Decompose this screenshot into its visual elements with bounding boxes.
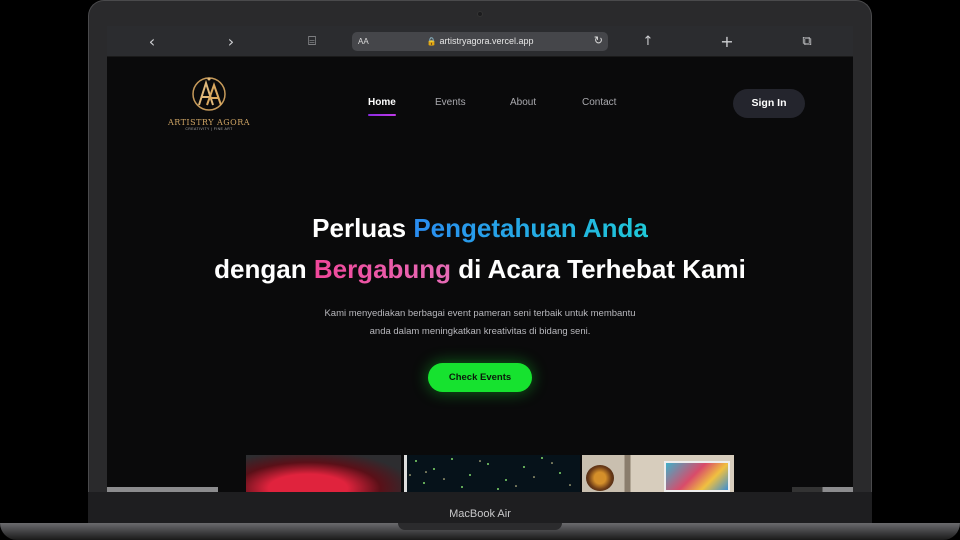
logo-monogram-icon [192, 77, 226, 111]
share-icon: ↑ [642, 34, 654, 49]
hero-title-prefix-2: dengan [214, 254, 314, 284]
hero-description-line-2: anda dalam meningkatkan kreativitas di b… [369, 326, 591, 337]
tabs-icon: ⧉ [802, 34, 812, 49]
nav-about-label: About [510, 97, 537, 108]
nav-active-indicator [368, 114, 396, 116]
reload-icon[interactable]: ↻ [594, 32, 603, 51]
hero-title-line-2: dengan Bergabung di Acara Terhebat Kami [107, 249, 853, 290]
hero-title-prefix-1: Perluas [312, 213, 414, 243]
hero-highlight-pink: Bergabung [313, 254, 452, 284]
lock-icon: 🔒 [426, 37, 437, 46]
chevron-right-icon: › [227, 32, 235, 51]
browser-toolbar: ‹ › ⌸ AA 🔒 artistryagora.vercel.app ↻ ↑ +… [107, 26, 853, 57]
hero-description: Kami menyediakan berbagai event pameran … [107, 305, 853, 341]
share-button[interactable]: ↑ [636, 32, 660, 52]
laptop-lid-notch [398, 523, 562, 530]
gallery-image-stars[interactable] [404, 455, 580, 492]
hero-highlight-blue: Pengetahuan Anda [413, 213, 648, 243]
book-icon: ⌸ [308, 34, 316, 49]
sign-in-button[interactable]: Sign In [733, 89, 805, 118]
exhibit-painting [664, 461, 730, 492]
logo-tagline: CREATIVITY | FINE ART [185, 127, 233, 131]
check-events-button[interactable]: Check Events [428, 363, 532, 392]
device-brand-label: MacBook Air [449, 508, 511, 520]
exhibit-plate-art [586, 465, 614, 491]
nav-contact[interactable]: Contact [582, 97, 616, 108]
gallery-image-exhibit[interactable] [582, 455, 734, 492]
back-button[interactable]: ‹ [140, 32, 164, 52]
site-navbar: ARTISTRY AGORA CREATIVITY | FINE ART Hom… [107, 57, 853, 147]
tabs-overview-button[interactable]: ⧉ [795, 32, 819, 52]
hero-title: Perluas Pengetahuan Anda dengan Bergabun… [107, 208, 853, 290]
screen: ‹ › ⌸ AA 🔒 artistryagora.vercel.app ↻ ↑ +… [107, 26, 853, 492]
nav-about[interactable]: About [510, 97, 536, 108]
hero-title-line-1: Perluas Pengetahuan Anda [107, 208, 853, 249]
forward-button[interactable]: › [219, 32, 243, 52]
camera-icon [477, 11, 483, 17]
gallery-image-lips[interactable] [246, 455, 401, 492]
nav-events-label: Events [435, 97, 466, 108]
nav-home[interactable]: Home [368, 97, 396, 116]
stars-artwork [404, 455, 571, 492]
plus-icon: + [720, 32, 734, 51]
bookmarks-button[interactable]: ⌸ [300, 32, 324, 52]
site-logo[interactable]: ARTISTRY AGORA CREATIVITY | FINE ART [163, 75, 255, 131]
url-text: artistryagora.vercel.app [439, 36, 534, 46]
nav-home-label: Home [368, 97, 396, 108]
new-tab-button[interactable]: + [715, 32, 739, 52]
address-bar[interactable]: AA 🔒 artistryagora.vercel.app ↻ [352, 32, 608, 51]
hero-title-suffix-2: di Acara Terhebat Kami [451, 254, 746, 284]
url-field[interactable]: 🔒 artistryagora.vercel.app [352, 32, 608, 51]
gallery-strip [246, 455, 734, 492]
nav-events[interactable]: Events [435, 97, 466, 108]
hero-description-line-1: Kami menyediakan berbagai event pameran … [324, 308, 636, 319]
logo-name: ARTISTRY AGORA [167, 118, 251, 127]
nav-contact-label: Contact [582, 97, 617, 108]
chevron-left-icon: ‹ [148, 32, 156, 51]
